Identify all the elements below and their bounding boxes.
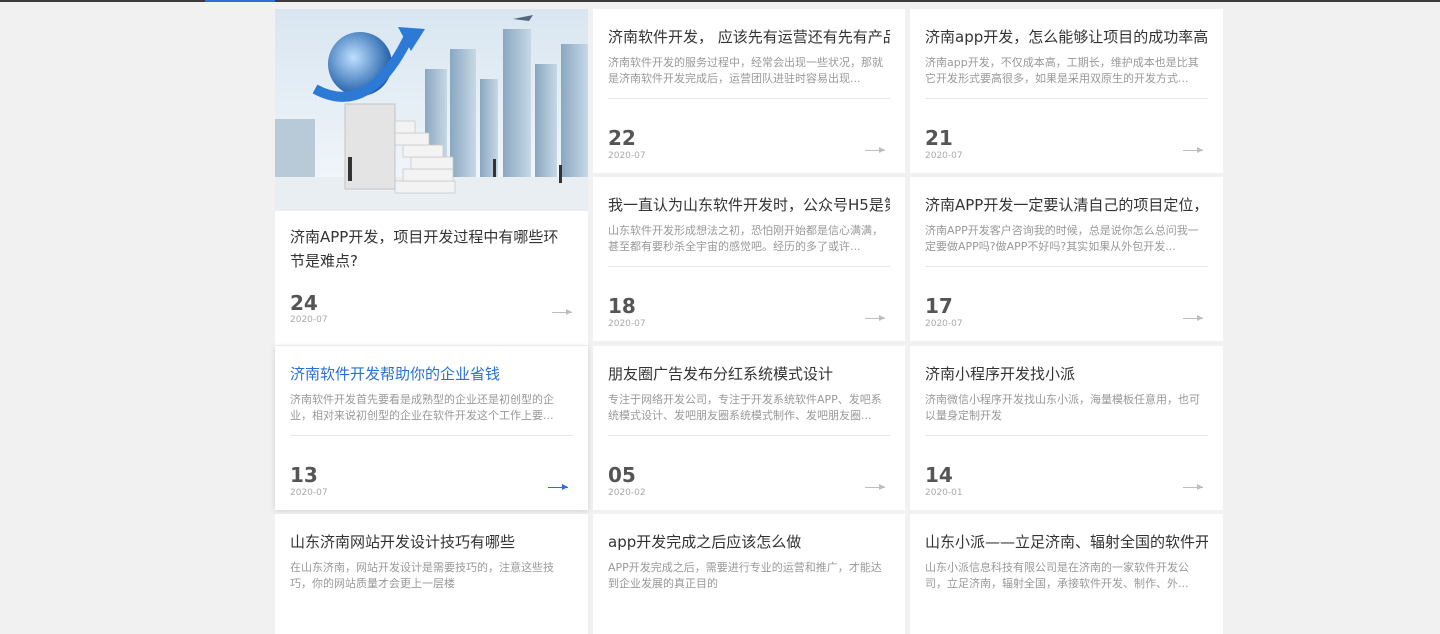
- news-day: 05: [608, 463, 636, 487]
- news-month: 2020-07: [608, 319, 646, 329]
- news-card[interactable]: 山东济南网站开发设计技巧有哪些 在山东济南，网站开发设计是需要技巧的，注意这些技…: [275, 514, 588, 634]
- news-summary: 济南微信小程序开发找山东小派，海量模板任意用，也可以量身定制开发: [925, 393, 1200, 422]
- news-month: 2020-07: [290, 315, 328, 325]
- news-summary: 在山东济南，网站开发设计是需要技巧的，注意这些技巧，你的网站质量才会更上一层楼: [290, 561, 554, 590]
- divider: [608, 98, 890, 99]
- divider: [608, 266, 890, 267]
- news-month: 2020-02: [608, 488, 646, 498]
- news-month: 2020-07: [608, 151, 646, 161]
- news-summary: APP开发完成之后，需要进行专业的运营和推广，才能达到企业发展的真正目的: [608, 561, 882, 590]
- divider: [925, 435, 1208, 436]
- news-day: 24: [290, 291, 318, 315]
- arrow-right-icon[interactable]: [1183, 147, 1203, 153]
- news-day: 22: [608, 126, 636, 150]
- news-title[interactable]: 朋友圈广告发布分红系统模式设计: [608, 362, 890, 386]
- arrow-right-icon[interactable]: [552, 309, 572, 315]
- arrow-right-icon[interactable]: [1183, 315, 1203, 321]
- divider: [925, 98, 1208, 99]
- news-month: 2020-07: [925, 151, 963, 161]
- news-title[interactable]: 我一直认为山东软件开发时，公众号H5是第一: [608, 193, 890, 217]
- news-summary: 山东软件开发形成想法之初，恐怕刚开始都是信心满满，甚至都有要秒杀全宇宙的感觉吧。…: [608, 224, 883, 253]
- news-card[interactable]: 山东小派——立足济南、辐射全国的软件开发 山东小派信息科技有限公司是在济南的一家…: [910, 514, 1223, 634]
- news-summary: 济南APP开发客户咨询我的时候，总是说你怎么总问我一定要做APP吗?做APP不好…: [925, 224, 1199, 253]
- news-title[interactable]: app开发完成之后应该怎么做: [608, 530, 890, 554]
- news-summary: 专注于网络开发公司，专注于开发系统软件APP、发吧系统模式设计、发吧朋友圈系统模…: [608, 393, 882, 422]
- news-summary: 山东小派信息科技有限公司是在济南的一家软件开发公司，立足济南，辐射全国，承接软件…: [925, 561, 1189, 590]
- news-card[interactable]: 济南app开发，怎么能够让项目的成功率高一 济南app开发，不仅成本高，工期长，…: [910, 9, 1223, 173]
- news-title[interactable]: 济南软件开发帮助你的企业省钱: [290, 362, 573, 386]
- arrow-right-icon[interactable]: [865, 315, 885, 321]
- news-card[interactable]: 济南软件开发帮助你的企业省钱 济南软件开发首先要看是成熟型的企业还是初创型的企业…: [275, 346, 588, 510]
- news-day: 21: [925, 126, 953, 150]
- news-card[interactable]: app开发完成之后应该怎么做 APP开发完成之后，需要进行专业的运营和推广，才能…: [593, 514, 905, 634]
- news-title[interactable]: 山东济南网站开发设计技巧有哪些: [290, 530, 573, 554]
- news-day: 17: [925, 294, 953, 318]
- news-month: 2020-07: [925, 319, 963, 329]
- news-summary: 济南软件开发首先要看是成熟型的企业还是初创型的企业，相对来说初创型的企业在软件开…: [290, 393, 554, 422]
- news-summary: 济南app开发，不仅成本高，工期长，维护成本也是比其它开发形式要高很多，如果是采…: [925, 56, 1199, 85]
- nav-active-indicator: [205, 0, 275, 2]
- news-day: 13: [290, 463, 318, 487]
- news-card[interactable]: 济南软件开发， 应该先有运营还有先有产品? 济南软件开发的服务过程中，经常会出现…: [593, 9, 905, 173]
- divider: [290, 435, 573, 436]
- featured-news-title[interactable]: 济南APP开发，项目开发过程中有哪些环节是难点?: [290, 225, 570, 273]
- news-summary: 济南软件开发的服务过程中，经常会出现一些状况，那就是济南软件开发完成后，运营团队…: [608, 56, 883, 85]
- news-title[interactable]: 济南小程序开发找小派: [925, 362, 1208, 386]
- arrow-right-icon[interactable]: [865, 484, 885, 490]
- news-card[interactable]: 朋友圈广告发布分红系统模式设计 专注于网络开发公司，专注于开发系统软件APP、发…: [593, 346, 905, 510]
- news-day: 18: [608, 294, 636, 318]
- news-card[interactable]: 济南APP开发一定要认清自己的项目定位，不 济南APP开发客户咨询我的时候，总是…: [910, 177, 1223, 341]
- news-month: 2020-01: [925, 488, 963, 498]
- divider: [925, 266, 1208, 267]
- news-month: 2020-07: [290, 488, 328, 498]
- arrow-right-icon[interactable]: [865, 147, 885, 153]
- news-title[interactable]: 济南APP开发一定要认清自己的项目定位，不: [925, 193, 1208, 217]
- arrow-right-icon[interactable]: [1183, 484, 1203, 490]
- news-title[interactable]: 山东小派——立足济南、辐射全国的软件开发: [925, 530, 1208, 554]
- featured-news-card[interactable]: 济南APP开发，项目开发过程中有哪些环节是难点? 24 2020-07: [275, 9, 588, 345]
- news-card[interactable]: 济南小程序开发找小派 济南微信小程序开发找山东小派，海量模板任意用，也可以量身定…: [910, 346, 1223, 510]
- news-day: 14: [925, 463, 953, 487]
- featured-image: [275, 9, 588, 211]
- news-title[interactable]: 济南app开发，怎么能够让项目的成功率高一: [925, 25, 1208, 49]
- divider: [608, 435, 890, 436]
- news-card[interactable]: 我一直认为山东软件开发时，公众号H5是第一 山东软件开发形成想法之初，恐怕刚开始…: [593, 177, 905, 341]
- arrow-right-icon[interactable]: [548, 484, 568, 490]
- news-title[interactable]: 济南软件开发， 应该先有运营还有先有产品?: [608, 25, 890, 49]
